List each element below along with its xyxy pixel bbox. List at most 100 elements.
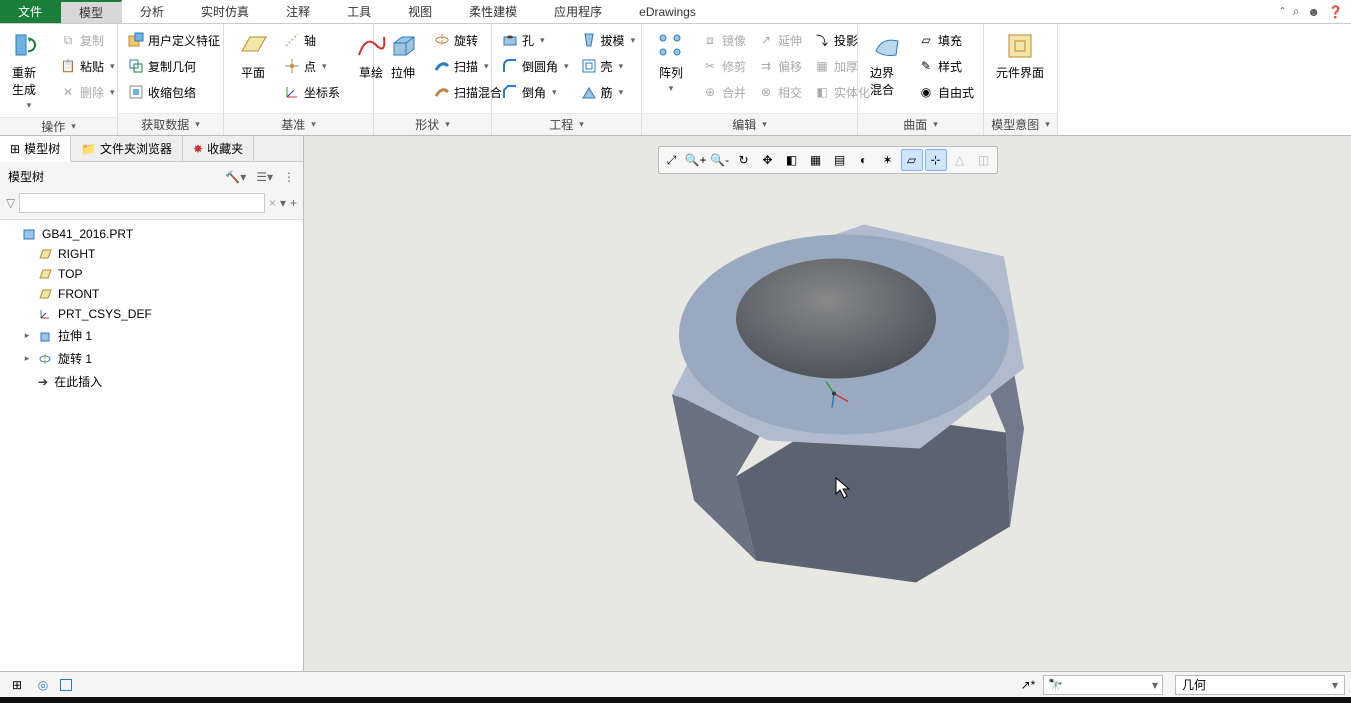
rib-icon [581,84,597,100]
tab-tools[interactable]: 工具 [329,0,390,23]
side-tab-fav[interactable]: ✸收藏夹 [183,136,254,161]
viewport[interactable]: ⤢ 🔍+ 🔍- ↻ ✥ ◧ ▦ ▤ ◐ ✶ ▱ ⊹ △ ◫ [304,136,1351,671]
status-box-icon[interactable] [60,679,72,691]
tree-node[interactable]: TOP [0,264,303,284]
status-globe-icon[interactable]: ◎ [34,676,52,694]
tab-annotate[interactable]: 注释 [268,0,329,23]
status-grid-icon[interactable]: ⊞ [8,676,26,694]
freestyle-button[interactable]: ◉自由式 [914,80,978,104]
side-title: 模型树 [8,168,44,185]
csys-button[interactable]: 坐标系 [280,80,344,104]
style-button[interactable]: ✎样式 [914,54,978,78]
help-icon[interactable]: ❓ [1328,5,1343,19]
hole-icon [502,32,518,48]
draft-button[interactable]: 拔模 [577,28,640,52]
group-shape[interactable]: 形状 [374,113,491,135]
paste-button[interactable]: 📋粘贴 [56,54,119,78]
draft-icon [581,32,597,48]
group-surface[interactable]: 曲面 [858,113,983,135]
offset-button[interactable]: ⇉偏移 [754,54,806,78]
chamfer-icon [502,84,518,100]
group-edit[interactable]: 编辑 [642,113,857,135]
extrude-icon [387,30,419,62]
round-button[interactable]: 倒圆角 [498,54,573,78]
compui-icon [1004,30,1036,62]
extrude-button[interactable]: 拉伸 [380,28,426,83]
delete-button[interactable]: ✕删除 [56,80,119,104]
tab-apps[interactable]: 应用程序 [536,0,621,23]
filter-clear-icon[interactable]: × [269,196,276,210]
shrink-button[interactable]: 收缩包络 [124,80,224,104]
boundary-button[interactable]: 边界混合 [864,28,910,100]
copy-button[interactable]: ⧉复制 [56,28,119,52]
status-reorient-icon[interactable]: ↗* [1019,676,1037,694]
tree-icon: ⊞ [10,142,20,156]
settings-icon[interactable]: ☻ [1307,5,1320,19]
pattern-button[interactable]: 阵列▾ [648,28,694,96]
filter-input[interactable] [19,193,265,213]
search-icon[interactable]: ⌕ [1293,4,1300,19]
tab-view[interactable]: 视图 [390,0,451,23]
rib-button[interactable]: 筋 [577,80,640,104]
tab-edrawings[interactable]: eDrawings [621,0,715,23]
tab-file[interactable]: 文件 [0,0,61,23]
find-box[interactable]: 🔭▾ [1043,675,1163,695]
tree-node[interactable]: GB41_2016.PRT [0,224,303,244]
tab-model[interactable]: 模型 [61,0,122,23]
hole-button[interactable]: 孔 [498,28,573,52]
regen-button[interactable]: 重新生成▾ [6,28,52,113]
group-operations[interactable]: 操作 [0,117,117,135]
status-bar: ⊞ ◎ ↗* 🔭▾ 几何▾ [0,671,1351,697]
group-datum[interactable]: 基准 [224,113,373,135]
axis-button[interactable]: 轴 [280,28,344,52]
tree-node[interactable]: ▸旋转 1 [0,347,303,370]
filter-icon[interactable]: ▽ [6,196,15,210]
tab-analysis[interactable]: 分析 [122,0,183,23]
binoculars-icon: 🔭 [1048,678,1063,692]
group-engineering[interactable]: 工程 [492,113,641,135]
compui-button[interactable]: 元件界面 [990,28,1050,83]
udf-button[interactable]: 用户定义特征 [124,28,224,52]
chamfer-button[interactable]: 倒角 [498,80,573,104]
tree-node[interactable]: ➔在此插入 [0,370,303,393]
plane-icon [237,30,269,62]
sweepblend-icon [434,84,450,100]
extend-button[interactable]: ↗延伸 [754,28,806,52]
side-tab-folder[interactable]: 📁文件夹浏览器 [71,136,183,161]
tree-tools-icon[interactable]: 🔨▾ [225,170,246,184]
ribbon: 重新生成▾ ⧉复制 📋粘贴 ✕删除 操作 用户定义特征 复制几何 收缩包络 获取… [0,24,1351,136]
collapse-ribbon-icon[interactable]: ˆ [1281,5,1285,19]
tree-node[interactable]: PRT_CSYS_DEF [0,304,303,324]
copygeo-button[interactable]: 复制几何 [124,54,224,78]
group-getdata[interactable]: 获取数据 [118,113,223,135]
tree-node[interactable]: FRONT [0,284,303,304]
side-tab-modeltree[interactable]: ⊞模型树 [0,136,71,162]
fill-button[interactable]: ▱填充 [914,28,978,52]
round-icon [502,58,518,74]
shell-button[interactable]: 壳 [577,54,640,78]
revolve-icon [434,32,450,48]
tree-settings-icon[interactable]: ⋮ [283,170,295,184]
point-button[interactable]: 点 [280,54,344,78]
merge-button[interactable]: ⊕合并 [698,80,750,104]
tree-show-icon[interactable]: ☰▾ [256,170,273,184]
boundary-icon [871,30,903,62]
udf-icon [128,32,144,48]
mirror-button[interactable]: ⧈镜像 [698,28,750,52]
pattern-icon [655,30,687,62]
axis-icon [284,32,300,48]
trim-button[interactable]: ✂修剪 [698,54,750,78]
filter-add-icon[interactable]: + [290,196,297,210]
tab-simulate[interactable]: 实时仿真 [183,0,268,23]
tab-flex[interactable]: 柔性建模 [451,0,536,23]
group-intent[interactable]: 模型意图 [984,113,1057,135]
selection-filter[interactable]: 几何▾ [1175,675,1345,695]
folder-icon: 📁 [81,142,96,156]
tree-node[interactable]: ▸拉伸 1 [0,324,303,347]
intersect-button[interactable]: ⊗相交 [754,80,806,104]
filter-dd-icon[interactable]: ▾ [280,196,286,210]
tree-node[interactable]: RIGHT [0,244,303,264]
sweep-icon [434,58,450,74]
plane-button[interactable]: 平面 [230,28,276,83]
model-render [304,136,1351,671]
